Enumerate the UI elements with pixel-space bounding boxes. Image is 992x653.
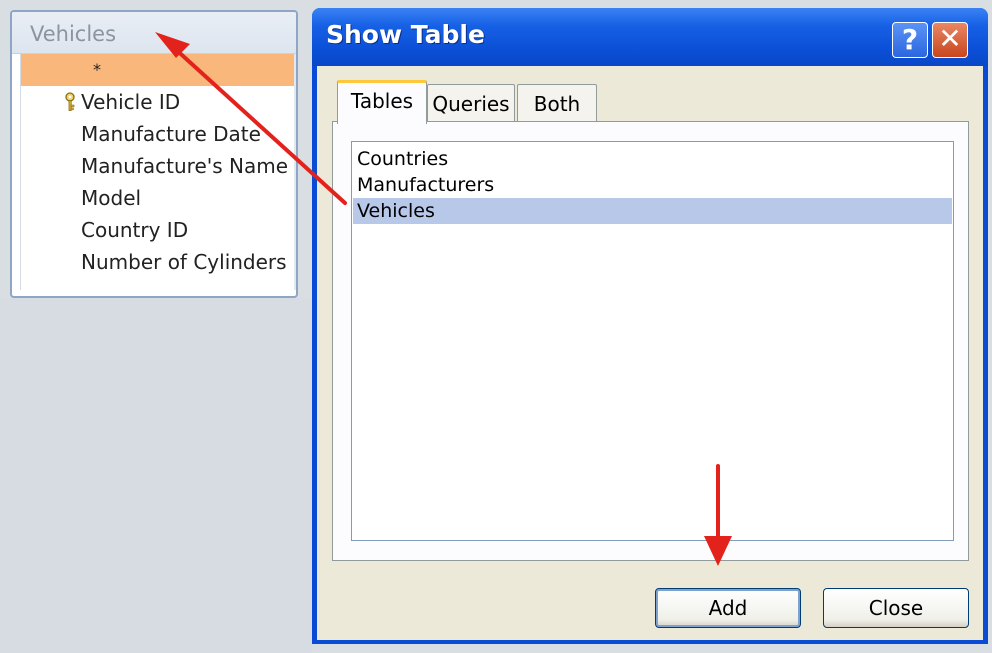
field-manufacture-date[interactable]: Manufacture Date [21,118,295,150]
title-close-button[interactable]: ✕ [932,22,968,58]
field-manufacture-name[interactable]: Manufacture's Name [21,150,295,182]
tab-label: Both [533,92,581,116]
field-label: Number of Cylinders [81,250,287,274]
list-item-label: Manufacturers [357,174,495,196]
list-item-label: Countries [357,148,449,170]
add-button[interactable]: Add [655,588,801,628]
field-label: Vehicle ID [81,90,181,114]
tab-tables[interactable]: Tables [337,80,427,124]
key-icon [65,92,75,111]
field-all-star[interactable]: * [21,54,295,86]
close-icon: ✕ [938,22,962,55]
tab-queries[interactable]: Queries [427,84,515,124]
field-list-body: * Vehicle ID Manufacture Date Manufactur… [20,54,295,290]
tab-both[interactable]: Both [517,84,597,124]
field-list-title[interactable]: Vehicles [12,12,296,54]
list-item-vehicles[interactable]: Vehicles [353,198,952,224]
close-button[interactable]: Close [823,588,969,628]
field-number-of-cylinders[interactable]: Number of Cylinders [21,246,295,278]
dialog-title: Show Table [326,20,485,49]
help-icon: ? [901,23,919,56]
field-vehicle-id[interactable]: Vehicle ID [21,86,295,118]
workspace-background [0,298,312,653]
table-listbox[interactable]: Countries Manufacturers Vehicles [351,141,954,541]
dialog-client-area: Tables Queries Both Countries Manufactur… [317,66,983,640]
list-item-countries[interactable]: Countries [353,146,952,172]
list-item-manufacturers[interactable]: Manufacturers [353,172,952,198]
field-list-scrollbar[interactable] [294,54,296,290]
list-item-label: Vehicles [357,200,435,222]
dialog-title-bar[interactable]: Show Table ? ✕ [312,8,988,66]
help-button[interactable]: ? [892,22,928,58]
field-label: Manufacture's Name [81,154,289,178]
field-label: Model [81,186,142,210]
tables-tab-panel: Countries Manufacturers Vehicles [332,121,969,561]
field-label: Country ID [81,218,189,242]
field-country-id[interactable]: Country ID [21,214,295,246]
vehicles-field-list[interactable]: Vehicles * Vehicle ID Manufacture Date M… [10,10,298,298]
tab-label: Queries [432,92,510,116]
show-table-dialog: Show Table ? ✕ Tables Queries Both Count… [312,8,988,644]
field-label: Manufacture Date [81,122,261,146]
tab-label: Tables [350,89,414,113]
field-star-label: * [93,60,101,79]
field-model[interactable]: Model [21,182,295,214]
